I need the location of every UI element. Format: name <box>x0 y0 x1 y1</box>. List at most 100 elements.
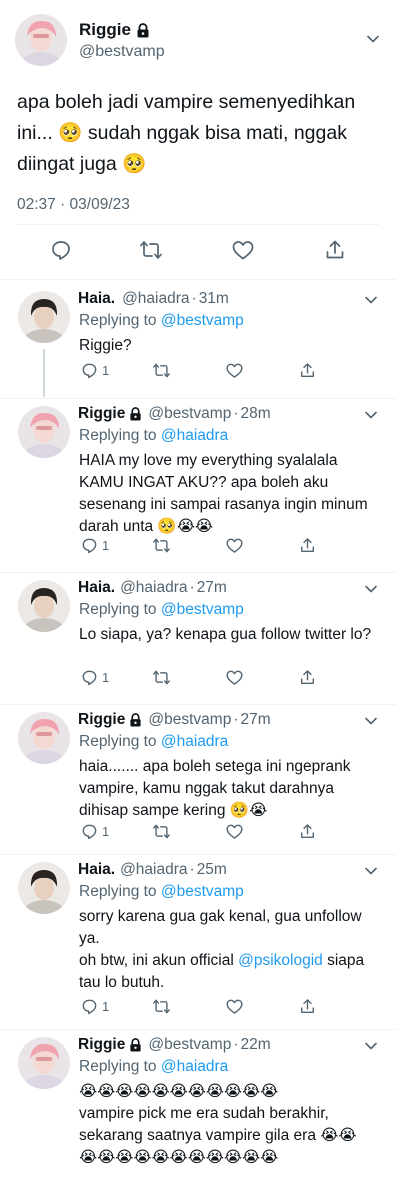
share-icon[interactable] <box>299 821 316 841</box>
separator-dot: · <box>233 1036 239 1053</box>
reply-button[interactable]: 1 <box>81 821 109 841</box>
reply-header: Riggie @bestvamp · 27m <box>78 710 271 730</box>
mention-link[interactable]: @bestvamp <box>161 312 244 329</box>
retweet-icon[interactable] <box>152 996 171 1016</box>
share-icon[interactable] <box>299 667 316 687</box>
reply-button[interactable]: 1 <box>81 667 109 687</box>
reply-actions: 1 <box>79 996 319 1016</box>
retweet-icon[interactable] <box>152 667 171 687</box>
replying-label: Replying to <box>79 312 157 329</box>
main-tweet: Riggie @bestvamp apa boleh jadi vampire … <box>0 0 396 280</box>
avatar[interactable] <box>18 291 70 343</box>
reply-tweet[interactable]: Haia. @haiadra · 27m Replying to @bestva… <box>0 572 396 704</box>
separator-dot: · <box>233 405 239 422</box>
reply-tweet[interactable]: Riggie @bestvamp · 22m Replying to @haia… <box>0 1029 396 1200</box>
reply-header: Haia. @haiadra · 27m <box>78 578 227 598</box>
retweet-icon[interactable] <box>152 360 171 380</box>
separator-dot: · <box>189 861 195 878</box>
tweet-timestamp[interactable]: 02:37 · 03/09/23 <box>17 196 130 214</box>
author-name[interactable]: Riggie <box>78 404 125 424</box>
reply-button[interactable]: 1 <box>81 535 109 555</box>
like-icon[interactable] <box>225 821 244 841</box>
like-icon[interactable] <box>225 667 244 687</box>
avatar[interactable] <box>18 712 70 764</box>
reply-tweet[interactable]: Haia. @haiadra · 25m Replying to @bestva… <box>0 854 396 1029</box>
mention-link[interactable]: @bestvamp <box>161 883 244 900</box>
tweet-actions <box>0 236 396 266</box>
reply-icon[interactable] <box>47 236 75 264</box>
separator-dot: · <box>233 711 239 728</box>
chevron-down-icon[interactable] <box>364 1039 378 1053</box>
like-icon[interactable] <box>225 360 244 380</box>
reply-tweet[interactable]: Riggie @bestvamp · 27m Replying to @haia… <box>0 704 396 854</box>
share-icon[interactable] <box>299 996 316 1016</box>
avatar[interactable] <box>18 406 70 458</box>
reply-actions: 1 <box>79 535 319 555</box>
share-icon[interactable] <box>321 236 349 264</box>
author-handle[interactable]: @haiadra <box>120 860 187 880</box>
replying-to: Replying to @bestvamp <box>79 311 244 331</box>
chevron-down-icon[interactable] <box>364 714 378 728</box>
author-handle[interactable]: @bestvamp <box>148 710 231 730</box>
mention-link[interactable]: @psikologid <box>238 952 323 969</box>
author-name[interactable]: Riggie <box>79 20 150 40</box>
author-name[interactable]: Riggie <box>78 710 125 730</box>
reply-icon <box>81 362 98 379</box>
mention-link[interactable]: @haiadra <box>161 733 228 750</box>
reply-tweet[interactable]: Haia. @haiadra · 31m Replying to @bestva… <box>0 283 396 399</box>
divider <box>17 224 379 225</box>
author-name[interactable]: Haia. <box>78 578 115 598</box>
reply-time[interactable]: 31m <box>199 289 229 309</box>
chevron-down-icon[interactable] <box>366 32 380 46</box>
chevron-down-icon[interactable] <box>364 408 378 422</box>
reply-time[interactable]: 28m <box>240 404 270 424</box>
replying-label: Replying to <box>79 883 157 900</box>
replying-label: Replying to <box>79 427 157 444</box>
reply-actions: 1 <box>79 360 319 380</box>
like-icon[interactable] <box>225 996 244 1016</box>
reply-actions: 1 <box>79 821 319 841</box>
reply-header: Haia. @haiadra · 31m <box>78 289 229 309</box>
author-handle[interactable]: @bestvamp <box>148 1035 231 1055</box>
author-name[interactable]: Haia. <box>78 860 115 880</box>
replying-to: Replying to @bestvamp <box>79 600 244 620</box>
reply-time[interactable]: 25m <box>197 860 227 880</box>
chevron-down-icon[interactable] <box>364 864 378 878</box>
share-icon[interactable] <box>299 535 316 555</box>
author-name[interactable]: Haia. <box>78 289 115 309</box>
reply-count: 1 <box>102 823 110 839</box>
avatar[interactable] <box>18 862 70 914</box>
reply-tweet[interactable]: Riggie @bestvamp · 28m Replying to @haia… <box>0 398 396 572</box>
author-name-text: Riggie <box>79 20 131 39</box>
reply-icon <box>81 669 98 686</box>
share-icon[interactable] <box>299 360 316 380</box>
mention-link[interactable]: @haiadra <box>161 1058 228 1075</box>
reply-text-line: vampire pick me era sudah berakhir, seka… <box>79 1105 357 1144</box>
retweet-icon[interactable] <box>152 535 171 555</box>
author-handle[interactable]: @haiadra <box>122 289 189 309</box>
author-name[interactable]: Riggie <box>78 1035 125 1055</box>
reply-button[interactable]: 1 <box>81 996 109 1016</box>
reply-time[interactable]: 27m <box>240 710 270 730</box>
reply-button[interactable]: 1 <box>81 360 109 380</box>
like-icon[interactable] <box>229 236 257 264</box>
retweet-icon[interactable] <box>152 821 171 841</box>
avatar[interactable] <box>15 14 67 66</box>
chevron-down-icon[interactable] <box>364 582 378 596</box>
mention-link[interactable]: @bestvamp <box>161 601 244 618</box>
replying-label: Replying to <box>79 1058 157 1075</box>
avatar[interactable] <box>18 580 70 632</box>
reply-icon <box>81 823 98 840</box>
chevron-down-icon[interactable] <box>364 293 378 307</box>
like-icon[interactable] <box>225 535 244 555</box>
reply-time[interactable]: 27m <box>197 578 227 598</box>
reply-text: Lo siapa, ya? kenapa gua follow twitter … <box>79 626 372 643</box>
author-handle[interactable]: @haiadra <box>120 578 187 598</box>
mention-link[interactable]: @haiadra <box>161 427 228 444</box>
retweet-icon[interactable] <box>137 236 165 264</box>
avatar[interactable] <box>18 1037 70 1089</box>
reply-text-line: 😭😭😭😭😭😭😭😭😭😭😭 <box>79 1083 279 1100</box>
author-handle[interactable]: @bestvamp <box>148 404 231 424</box>
reply-time[interactable]: 22m <box>240 1035 270 1055</box>
author-handle[interactable]: @bestvamp <box>79 42 165 62</box>
